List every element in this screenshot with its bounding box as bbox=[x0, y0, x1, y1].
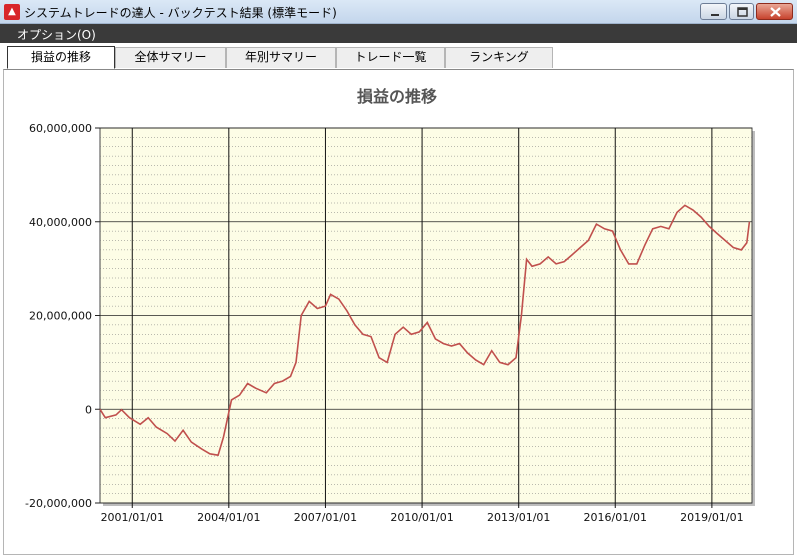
tab-ranking[interactable]: ランキング bbox=[445, 47, 553, 68]
tab-strip: 損益の推移 全体サマリー 年別サマリー トレード一覧 ランキング bbox=[0, 43, 797, 70]
x-tick-label: 2001/01/01 bbox=[101, 511, 164, 524]
chart-title: 損益の推移 bbox=[357, 87, 437, 106]
x-tick-label: 2019/01/01 bbox=[680, 511, 743, 524]
y-axis-ticks: -20,000,000 0 20,000,000 40,000,000 60,000,0… bbox=[25, 122, 100, 510]
menu-bar: オプション(O) bbox=[0, 24, 797, 43]
maximize-button[interactable] bbox=[729, 3, 754, 20]
x-tick-label: 2013/01/01 bbox=[487, 511, 550, 524]
minimize-icon bbox=[711, 14, 719, 16]
x-tick-label: 2016/01/01 bbox=[584, 511, 647, 524]
x-axis-ticks: 2001/01/01 2004/01/01 2007/01/01 2010/01/01… bbox=[101, 511, 744, 524]
profit-chart: 損益の推移 -20,000,000 0 20,000,000 40,000,000 60… bbox=[25, 87, 755, 524]
x-tick-label: 2004/01/01 bbox=[197, 511, 260, 524]
tab-trade-list[interactable]: トレード一覧 bbox=[336, 47, 445, 68]
close-icon bbox=[770, 7, 781, 17]
tab-overall-summary[interactable]: 全体サマリー bbox=[115, 47, 226, 68]
y-tick-label: 40,000,000 bbox=[29, 216, 92, 229]
y-tick-label: 60,000,000 bbox=[29, 122, 92, 135]
tab-yearly-summary[interactable]: 年別サマリー bbox=[226, 47, 336, 68]
tab-profit-loss[interactable]: 損益の推移 bbox=[7, 46, 115, 69]
close-button[interactable] bbox=[756, 3, 793, 20]
y-tick-label: 20,000,000 bbox=[29, 310, 92, 323]
menu-options[interactable]: オプション(O) bbox=[17, 26, 96, 43]
y-tick-label: -20,000,000 bbox=[25, 497, 92, 510]
window-title: システムトレードの達人 - バックテスト結果 (標準モード) bbox=[24, 6, 337, 20]
y-tick-label: 0 bbox=[85, 403, 92, 416]
minimize-button[interactable] bbox=[700, 3, 727, 20]
x-tick-label: 2010/01/01 bbox=[390, 511, 453, 524]
app-logo-icon: ▲ bbox=[4, 4, 20, 20]
x-tick-label: 2007/01/01 bbox=[294, 511, 357, 524]
maximize-icon bbox=[737, 7, 748, 17]
title-bar: ▲ システムトレードの達人 - バックテスト結果 (標準モード) bbox=[0, 0, 797, 24]
